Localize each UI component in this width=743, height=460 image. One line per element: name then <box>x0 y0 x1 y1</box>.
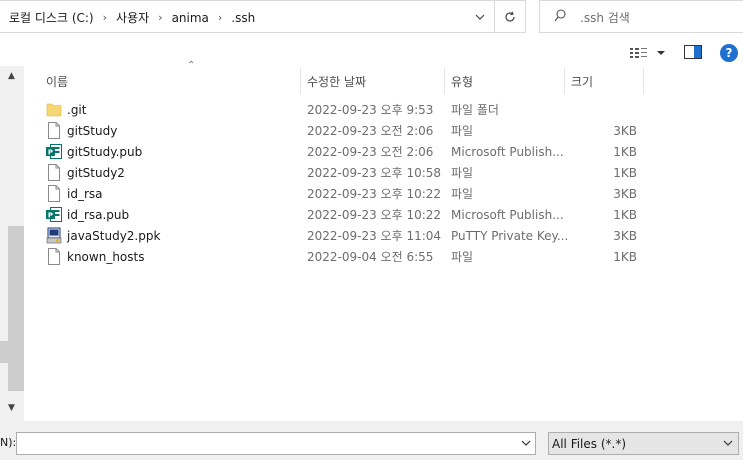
address-bar[interactable]: 로컬 디스크 (C:) › 사용자 › anima › .ssh <box>0 0 526 33</box>
preview-pane-icon <box>684 45 702 59</box>
file-icon <box>48 248 60 265</box>
file-icon <box>48 164 60 181</box>
file-name: .git <box>67 102 87 117</box>
scroll-up-icon[interactable]: ▲ <box>8 71 15 81</box>
breadcrumb-drive[interactable]: 로컬 디스크 (C:) <box>9 9 94 26</box>
chevron-down-icon[interactable] <box>521 436 531 450</box>
file-size: 1KB <box>613 207 637 222</box>
breadcrumb-anima[interactable]: anima <box>172 11 209 25</box>
file-type: 파일 폴더 <box>451 103 499 117</box>
chevron-right-icon[interactable]: › <box>158 11 162 24</box>
file-name: id_rsa <box>67 186 103 201</box>
file-size: 1KB <box>613 249 637 264</box>
file-type-filter[interactable]: All Files (*.*) <box>548 432 739 455</box>
bottom-bar: N): All Files (*.*) <box>0 421 743 460</box>
publisher-icon: P <box>46 144 62 159</box>
column-header-date[interactable]: 수정한 날짜 <box>307 66 366 96</box>
filename-label: N): <box>0 436 17 449</box>
file-row[interactable]: javaStudy2.ppk 2022-09-23 오후 11:04 PuTTY… <box>24 225 644 246</box>
file-name: gitStudy2 <box>67 165 125 180</box>
search-icon <box>554 9 566 22</box>
column-divider[interactable] <box>444 68 445 94</box>
chevron-right-icon[interactable]: › <box>218 11 222 24</box>
file-date: 2022-09-23 오후 10:58 <box>307 166 442 180</box>
refresh-button[interactable] <box>494 1 525 32</box>
folder-icon <box>46 103 62 117</box>
vertical-scrollbar[interactable]: ▲ ▼ <box>0 66 24 421</box>
file-size: 1KB <box>613 144 637 159</box>
file-date: 2022-09-23 오후 9:53 <box>307 103 434 117</box>
search-box[interactable]: .ssh 검색 <box>539 0 743 33</box>
file-row[interactable]: P id_rsa.pub 2022-09-23 오후 10:22 Microso… <box>24 204 644 225</box>
file-size: 3KB <box>613 228 637 243</box>
file-type: Microsoft Publish... <box>451 144 564 159</box>
file-type: 파일 <box>451 250 474 264</box>
file-name: javaStudy2.ppk <box>67 228 161 243</box>
scroll-down-icon[interactable]: ▼ <box>8 403 15 413</box>
preview-pane-button[interactable] <box>684 45 702 59</box>
file-type: 파일 <box>451 166 474 180</box>
column-name-label: 이름 <box>46 74 69 89</box>
putty-key-icon <box>46 227 62 244</box>
column-header-name[interactable]: 이름 ⌃ <box>46 60 195 96</box>
breadcrumb: 로컬 디스크 (C:) › 사용자 › anima › .ssh <box>9 9 255 26</box>
file-row[interactable]: gitStudy 2022-09-23 오전 2:06 파일 3KB <box>24 120 644 141</box>
change-view-button[interactable] <box>630 44 668 62</box>
file-date: 2022-09-23 오후 11:04 <box>307 229 442 243</box>
file-size: 1KB <box>613 165 637 180</box>
file-date: 2022-09-23 오후 10:22 <box>307 187 442 201</box>
address-history-dropdown[interactable] <box>466 1 494 32</box>
column-divider[interactable] <box>564 68 565 94</box>
file-type: Microsoft Publish... <box>451 207 564 222</box>
help-button[interactable]: ? <box>720 44 738 62</box>
breadcrumb-ssh[interactable]: .ssh <box>231 11 255 25</box>
file-name: gitStudy <box>67 123 118 138</box>
file-type: PuTTY Private Key... <box>451 228 569 243</box>
column-divider[interactable] <box>300 68 301 94</box>
file-name: gitStudy.pub <box>67 144 143 159</box>
file-row[interactable]: .git 2022-09-23 오후 9:53 파일 폴더 <box>24 99 644 120</box>
caret-down-icon <box>657 51 665 55</box>
file-size: 3KB <box>613 123 637 138</box>
column-divider[interactable] <box>643 68 644 94</box>
file-row[interactable]: known_hosts 2022-09-04 오전 6:55 파일 1KB <box>24 246 644 267</box>
chevron-down-icon <box>475 14 485 20</box>
file-date: 2022-09-23 오전 2:06 <box>307 145 434 159</box>
scrollbar-marker <box>0 341 8 363</box>
file-type: 파일 <box>451 124 474 138</box>
details-view-icon <box>630 48 647 58</box>
sort-ascending-icon: ⌃ <box>187 60 196 71</box>
svg-text:P: P <box>48 148 53 156</box>
file-row[interactable]: gitStudy2 2022-09-23 오후 10:58 파일 1KB <box>24 162 644 183</box>
publisher-icon: P <box>46 207 62 222</box>
chevron-right-icon[interactable]: › <box>103 11 107 24</box>
file-icon <box>48 122 60 139</box>
file-date: 2022-09-23 오전 2:06 <box>307 124 434 138</box>
filename-field[interactable] <box>16 432 536 455</box>
file-date: 2022-09-23 오후 10:22 <box>307 208 442 222</box>
chevron-down-icon <box>723 440 733 446</box>
column-headers: 이름 ⌃ 수정한 날짜 유형 크기 <box>24 60 644 96</box>
file-name: id_rsa.pub <box>67 207 130 222</box>
file-icon <box>48 185 60 202</box>
file-type-filter-value: All Files (*.*) <box>552 437 627 451</box>
breadcrumb-users[interactable]: 사용자 <box>116 9 149 26</box>
svg-text:P: P <box>48 211 53 219</box>
scrollbar-thumb[interactable] <box>8 226 24 391</box>
file-type: 파일 <box>451 187 474 201</box>
column-header-size[interactable]: 크기 <box>571 66 593 96</box>
file-row[interactable]: P gitStudy.pub 2022-09-23 오전 2:06 Micros… <box>24 141 644 162</box>
column-header-type[interactable]: 유형 <box>451 66 473 96</box>
refresh-icon <box>505 11 515 22</box>
file-name: known_hosts <box>67 249 145 264</box>
file-date: 2022-09-04 오전 6:55 <box>307 250 434 264</box>
file-size: 3KB <box>613 186 637 201</box>
file-row[interactable]: id_rsa 2022-09-23 오후 10:22 파일 3KB <box>24 183 644 204</box>
search-input[interactable]: .ssh 검색 <box>580 9 630 26</box>
